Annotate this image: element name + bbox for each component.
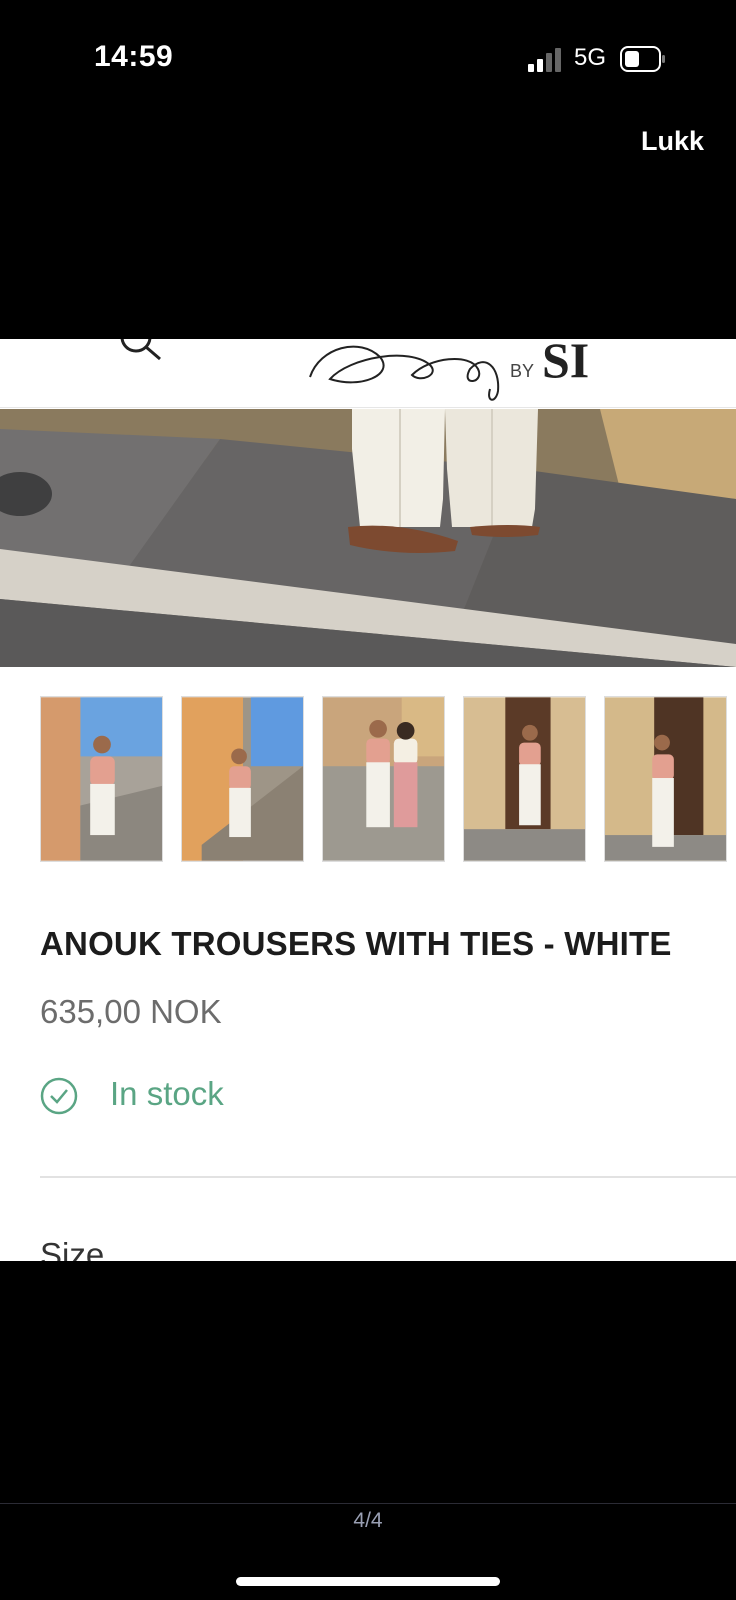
- product-page-view: BY SI ANOUK TROUSERS WITH TIES - WHITE 6…: [0, 339, 736, 1261]
- product-price: 635,00 NOK: [40, 993, 222, 1030]
- product-thumbnail-5[interactable]: [604, 696, 727, 862]
- product-title: ANOUK TROUSERS WITH TIES - WHITE: [40, 925, 672, 962]
- product-thumbnail-2[interactable]: [181, 696, 304, 862]
- battery-icon: [620, 46, 665, 72]
- site-logo[interactable]: BY SI: [300, 339, 630, 407]
- product-thumbnail-1[interactable]: [40, 696, 163, 862]
- logo-initials: SI: [542, 339, 589, 388]
- clock: 14:59: [94, 40, 174, 73]
- search-icon[interactable]: [112, 339, 170, 367]
- product-thumbnail-4[interactable]: [463, 696, 586, 862]
- thumbnail-strip: [40, 696, 736, 862]
- close-button[interactable]: Lukk: [641, 126, 704, 157]
- product-main-image[interactable]: [0, 409, 736, 667]
- menu-icon[interactable]: [30, 339, 80, 353]
- section-divider: [40, 1176, 736, 1178]
- cellular-signal-icon: [528, 48, 561, 72]
- viewer-bottom-divider: [0, 1503, 736, 1504]
- status-bar: 14:59 5G: [0, 0, 736, 120]
- stock-status: In stock: [110, 1075, 224, 1112]
- home-indicator[interactable]: [236, 1577, 500, 1586]
- logo-by-text: BY: [510, 361, 534, 381]
- network-type: 5G: [574, 44, 607, 71]
- product-thumbnail-3[interactable]: [322, 696, 445, 862]
- size-label: Size: [40, 1236, 105, 1261]
- page-counter: 4/4: [353, 1509, 383, 1532]
- site-header: BY SI: [0, 339, 736, 408]
- check-circle-icon: [40, 1077, 78, 1115]
